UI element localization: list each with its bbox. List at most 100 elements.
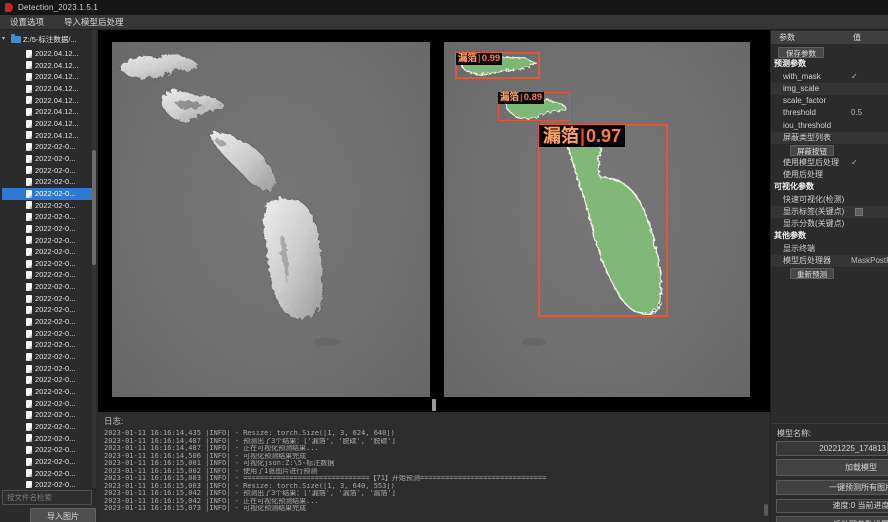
param-row[interactable]: 显示标签(关键点) <box>771 206 888 218</box>
import-image-button[interactable]: 导入图片 <box>30 508 96 522</box>
postprocess-params-button[interactable]: 后处理参数设置 <box>776 516 888 522</box>
param-row[interactable]: with_mask ✓ <box>771 71 888 83</box>
menu-import-postprocess[interactable]: 导入模型后处理 <box>54 15 134 30</box>
file-name: 2022-02-0... <box>35 328 75 340</box>
file-tree-item[interactable]: 2022-02-0... <box>2 328 92 340</box>
file-tree-item[interactable]: 2022-02-0... <box>2 235 92 247</box>
tree-item-list: 2022.04.12... 2022.04.12... 2022.04.12..… <box>2 48 92 488</box>
file-tree-item[interactable]: 2022-02-0... <box>2 269 92 281</box>
file-tree-item[interactable]: 2022-02-0... <box>2 421 92 433</box>
file-tree-item[interactable]: 2022-02-0... <box>2 258 92 270</box>
file-tree-item[interactable]: 2022-02-0... <box>2 281 92 293</box>
file-tree-item[interactable]: 2022.04.12... <box>2 71 92 83</box>
file-tree-item[interactable]: 2022.04.12... <box>2 60 92 72</box>
param-row[interactable]: 模型后处理器 MaskPostPro <box>771 255 888 267</box>
app-window: Detection_2023.1.5.1 设置选项 导入模型后处理 ▾ Z:/5… <box>0 0 888 522</box>
param-row[interactable]: 显示分数(关键点) <box>771 218 888 230</box>
file-name: 2022.04.12... <box>35 95 79 107</box>
file-tree-item[interactable]: 2022-02-0... <box>2 374 92 386</box>
file-tree-item[interactable]: 2022-02-0... <box>2 444 92 456</box>
panel-splitter-handle[interactable] <box>432 399 436 411</box>
param-checkbox[interactable] <box>855 208 863 216</box>
param-row[interactable]: 预测参数 <box>771 58 888 70</box>
search-input[interactable] <box>2 490 92 505</box>
file-tree-item[interactable]: 2022.04.12... <box>2 95 92 107</box>
file-icon <box>26 73 32 81</box>
param-row[interactable]: img_scale <box>771 83 888 95</box>
file-icon <box>26 376 32 384</box>
file-tree-item[interactable]: 2022.04.12... <box>2 48 92 60</box>
file-tree-item[interactable]: 2022-02-0... <box>2 409 92 421</box>
log-line: 2023-01-11 16:16:14,435 |INFO| - Resize:… <box>104 430 764 438</box>
file-icon <box>26 423 32 431</box>
file-name: 2022-02-0... <box>35 246 75 258</box>
param-table: 保存参数 预测参数 with_mask ✓ img_scal <box>771 46 888 280</box>
file-tree-item[interactable]: 2022.04.12... <box>2 130 92 142</box>
file-tree-item[interactable]: 2022-02-0... <box>2 165 92 177</box>
load-model-button[interactable]: 加载模型 <box>776 459 888 476</box>
file-tree-item[interactable]: 2022-02-0... <box>2 223 92 235</box>
file-tree-item[interactable]: 2022.04.12... <box>2 118 92 130</box>
file-tree-item[interactable]: 2022-02-0... <box>2 293 92 305</box>
param-label: 保存参数 <box>778 47 824 58</box>
param-value: 0.5 <box>851 107 862 119</box>
image-viewer-area: 漏箔|0.99 漏箔|0.89 漏箔|0.97 <box>98 30 770 412</box>
app-logo-icon <box>5 3 13 12</box>
param-row[interactable]: 使用模型后处理 ✓ <box>771 157 888 169</box>
file-tree-item[interactable]: 2022-02-0... <box>2 211 92 223</box>
file-tree-item[interactable]: 2022-02-0... <box>2 304 92 316</box>
param-row[interactable]: 快速可视化(检测) <box>771 194 888 206</box>
file-tree-item[interactable]: 2022-02-0... <box>2 363 92 375</box>
param-row[interactable]: 屏蔽类型列表 <box>771 132 888 144</box>
tree-scrollbar-thumb[interactable] <box>92 150 96 265</box>
file-name: 2022-02-0... <box>35 200 75 212</box>
menu-settings[interactable]: 设置选项 <box>0 15 54 30</box>
menu-bar: 设置选项 导入模型后处理 <box>0 15 888 30</box>
file-tree-item[interactable]: 2022-02-0... <box>2 339 92 351</box>
param-row[interactable]: scale_factor <box>771 95 888 107</box>
tree-scrollbar[interactable] <box>92 30 96 488</box>
file-tree-item[interactable]: 2022-02-0... <box>2 153 92 165</box>
param-row[interactable]: 使用后处理 <box>771 169 888 181</box>
file-tree-item[interactable]: 2022-02-0... <box>2 386 92 398</box>
file-icon <box>26 190 32 198</box>
param-row[interactable]: 屏蔽按钮 <box>771 144 888 156</box>
file-icon <box>26 411 32 419</box>
param-row[interactable]: iou_threshold <box>771 120 888 132</box>
label-separator: | <box>579 126 586 146</box>
tree-root-folder[interactable]: ▾ Z:/5-标注数据/... <box>2 30 92 46</box>
file-name: 2022-02-0... <box>35 398 75 410</box>
file-name: 2022-02-0... <box>35 444 75 456</box>
expand-arrow-icon[interactable]: ▾ <box>2 33 9 46</box>
param-row[interactable]: threshold 0.5 <box>771 107 888 119</box>
file-name: 2022-02-0... <box>35 351 75 363</box>
log-scrollbar[interactable] <box>764 416 768 518</box>
file-tree-item[interactable]: 2022-02-0... <box>2 141 92 153</box>
file-icon <box>26 166 32 174</box>
model-name-field[interactable]: 20221225_174813 <box>776 441 888 456</box>
file-tree-item[interactable]: 2022-02-0... <box>2 246 92 258</box>
file-tree-item[interactable]: 2022-02-0... <box>2 316 92 328</box>
log-panel: 日志: 2023-01-11 16:16:14,435 |INFO| - Res… <box>98 412 770 522</box>
param-row[interactable]: 保存参数 <box>771 46 888 58</box>
predict-all-button[interactable]: 一键预测所有图片 <box>776 480 888 495</box>
file-tree-item[interactable]: 2022.04.12... <box>2 106 92 118</box>
file-tree-item[interactable]: 2022-02-0... <box>2 468 92 480</box>
log-scrollbar-thumb[interactable] <box>764 504 768 516</box>
file-tree-item[interactable]: 2022-02-0... <box>2 351 92 363</box>
param-row[interactable]: 显示终端 <box>771 243 888 255</box>
param-row[interactable]: 重新预测 <box>771 267 888 279</box>
file-tree-item[interactable]: 2022-02-0... <box>2 456 92 468</box>
file-tree-item[interactable]: 2022-02-0... <box>2 398 92 410</box>
log-line: 2023-01-11 16:16:15,042 |INFO| - 正在可视化预测… <box>104 498 764 506</box>
file-tree-item[interactable]: 2022-02-0... <box>2 176 92 188</box>
param-row[interactable]: 其他参数 <box>771 230 888 242</box>
file-tree-item[interactable]: 2022.04.12... <box>2 83 92 95</box>
file-tree-item[interactable]: 2022-02-0... <box>2 188 92 200</box>
file-name: 2022-02-0... <box>35 293 75 305</box>
file-tree-item[interactable]: 2022-02-0... <box>2 479 92 488</box>
param-row[interactable]: 可视化参数 <box>771 181 888 193</box>
file-tree-item[interactable]: 2022-02-0... <box>2 200 92 212</box>
file-tree-item[interactable]: 2022-02-0... <box>2 433 92 445</box>
param-label: 重新预测 <box>790 268 834 279</box>
